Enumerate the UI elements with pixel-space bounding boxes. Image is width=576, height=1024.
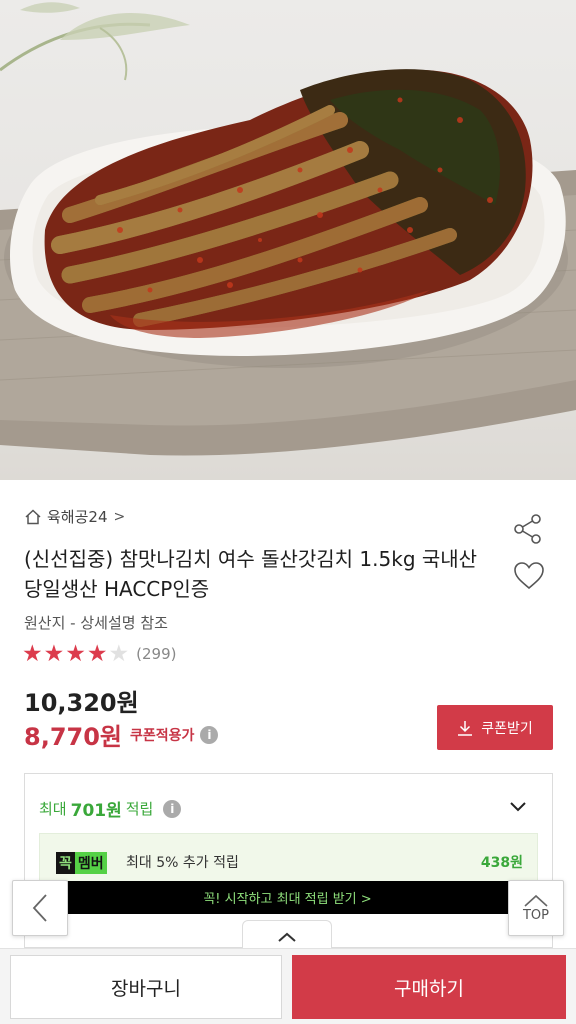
chevron-down-icon[interactable] [508, 796, 528, 816]
member-points-description: 최대 5% 추가 적립 [126, 855, 239, 871]
origin-info: 원산지 - 상세설명 참조 [24, 614, 168, 632]
back-button[interactable] [12, 880, 68, 936]
heart-icon[interactable] [512, 560, 546, 592]
get-coupon-button[interactable]: 쿠폰받기 [437, 705, 553, 750]
store-link[interactable]: 육해공24 > [24, 506, 125, 527]
points-prefix: 최대 [39, 800, 67, 818]
store-name: 육해공24 [47, 508, 108, 526]
star-icon: ★ [65, 641, 86, 667]
member-promo-banner[interactable]: 꼭! 시작하고 최대 적립 받기 > [66, 881, 509, 914]
download-icon [458, 720, 473, 736]
product-title: (신선집중) 참맛나김치 여수 돌산갓김치 1.5kg 국내산 당일생산 HAC… [24, 547, 478, 601]
star-icon: ★ [22, 641, 43, 667]
star-icon: ★ [86, 641, 108, 667]
bottom-action-bar: 장바구니 구매하기 [0, 948, 576, 1024]
points-summary[interactable]: 최대 701원 적립 i [39, 796, 182, 821]
coupon-price-label: 쿠폰적용가 [130, 727, 195, 744]
product-image[interactable] [0, 0, 576, 480]
kimchi-photo [0, 2, 576, 456]
chevron-up-icon [278, 932, 296, 942]
info-icon[interactable]: i [200, 725, 219, 744]
home-icon [25, 508, 41, 524]
chevron-left-icon [32, 894, 47, 922]
coupon-price: 8,770원 [24, 723, 122, 751]
cart-button[interactable]: 장바구니 [10, 955, 282, 1019]
chevron-up-icon [524, 894, 548, 907]
scroll-top-button[interactable]: TOP [508, 880, 564, 936]
star-icon: ★ [108, 641, 130, 667]
member-points-amount: 438원 [480, 855, 523, 871]
share-icon[interactable] [512, 513, 544, 545]
original-price: 10,320원 [24, 689, 139, 717]
buy-button[interactable]: 구매하기 [292, 955, 566, 1019]
star-rating: ★ ★ ★ ★ ★ [22, 642, 130, 666]
member-badge-part2: 멤버 [74, 852, 107, 874]
rating[interactable]: ★ ★ ★ ★ ★ (299) [22, 642, 176, 666]
review-count[interactable]: (299) [136, 645, 176, 663]
member-badge: 꼭 멤버 [56, 852, 107, 874]
store-chevron: > [113, 508, 126, 525]
points-amount: 701원 [70, 801, 122, 821]
member-badge-part1: 꼭 [56, 852, 75, 874]
get-coupon-label: 쿠폰받기 [481, 720, 533, 737]
star-icon: ★ [43, 641, 65, 667]
points-suffix: 적립 [125, 800, 154, 818]
coupon-price-row: 8,770원 쿠폰적용가 i [24, 717, 219, 752]
scroll-top-label: TOP [522, 907, 549, 923]
info-icon[interactable]: i [163, 799, 182, 818]
